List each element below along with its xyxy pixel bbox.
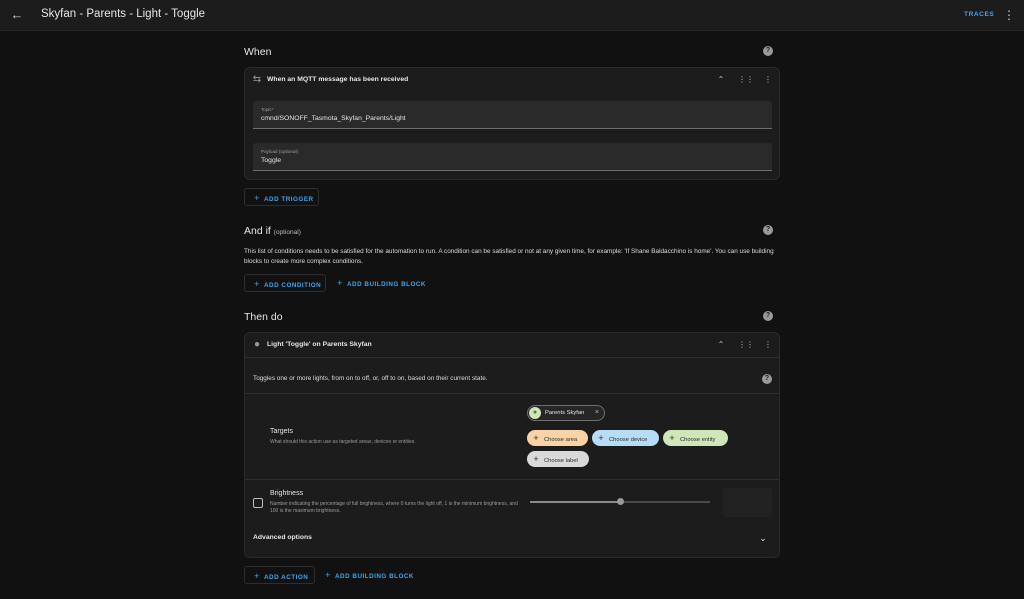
more-vertical-icon[interactable]: ⋮ <box>762 74 774 86</box>
brightness-number-input[interactable] <box>723 488 772 517</box>
chevron-up-icon[interactable]: ⌃ <box>715 339 727 351</box>
slider-thumb[interactable] <box>616 498 624 505</box>
action-card-header[interactable]: ● Light 'Toggle' on Parents Skyfan ⌃ ⋮⋮ … <box>245 333 779 357</box>
more-vertical-icon[interactable]: ⋮ <box>762 339 774 351</box>
plus-icon: + <box>533 433 539 443</box>
add-building-block-button[interactable]: + ADD BUILDING BLOCK <box>322 566 414 584</box>
choose-entity-label: Choose entity <box>680 437 716 443</box>
brightness-checkbox[interactable] <box>253 498 263 508</box>
swap-arrows-icon: ⇆ <box>252 74 262 85</box>
chevron-up-icon[interactable]: ⌃ <box>715 74 727 86</box>
topic-field[interactable]: Topic* cmnd/SONOFF_Tasmota_Skyfan_Parent… <box>253 101 772 129</box>
choose-device-chip[interactable]: + Choose device <box>592 430 659 446</box>
help-icon[interactable]: ? <box>763 225 773 235</box>
add-building-block-button[interactable]: + ADD BUILDING BLOCK <box>334 274 426 292</box>
choose-label-chip[interactable]: + Choose label <box>527 451 589 467</box>
topic-value: cmnd/SONOFF_Tasmota_Skyfan_Parents/Light <box>261 115 406 122</box>
choose-entity-chip[interactable]: + Choose entity <box>663 430 728 446</box>
when-section-title: When <box>244 46 272 58</box>
plus-icon: + <box>598 433 604 443</box>
top-app-bar: ← Skyfan - Parents - Light - Toggle TRAC… <box>0 0 1024 31</box>
action-card: ● Light 'Toggle' on Parents Skyfan ⌃ ⋮⋮ … <box>244 332 780 558</box>
trigger-title: When an MQTT message has been received <box>267 76 409 83</box>
selected-entity-label: Parents Skyfan <box>545 410 585 416</box>
add-trigger-button[interactable]: + ADD TRIGGER <box>244 188 319 206</box>
and-if-title: And if <box>244 225 271 237</box>
plus-icon: + <box>325 570 331 580</box>
more-vertical-icon[interactable]: ⋮ <box>1003 9 1015 23</box>
divider <box>245 357 779 358</box>
and-if-section-title: And if (optional) <box>244 225 301 237</box>
help-icon[interactable]: ? <box>763 311 773 321</box>
chevron-down-icon[interactable]: ⌄ <box>757 532 769 544</box>
plus-icon: + <box>254 571 260 581</box>
add-building-block-label: ADD BUILDING BLOCK <box>347 281 426 288</box>
choose-label-label: Choose label <box>544 458 578 464</box>
action-title: Light 'Toggle' on Parents Skyfan <box>267 341 372 348</box>
trigger-card: ⇆ When an MQTT message has been received… <box>244 67 780 180</box>
add-action-label: ADD ACTION <box>264 574 309 581</box>
targets-description: What should this action use as targeted … <box>270 439 416 445</box>
choose-device-label: Choose device <box>609 437 648 443</box>
arrow-left-icon[interactable]: ← <box>10 7 24 23</box>
lightbulb-icon: ● <box>253 339 261 350</box>
add-trigger-label: ADD TRIGGER <box>264 196 314 203</box>
help-icon[interactable]: ? <box>763 46 773 56</box>
plus-icon: + <box>254 279 260 289</box>
plus-icon: + <box>669 433 675 443</box>
selected-entity-chip[interactable]: ● Parents Skyfan × <box>527 405 605 421</box>
close-icon[interactable]: × <box>595 406 599 420</box>
lightbulb-icon: ● <box>529 407 541 419</box>
page-title: Skyfan - Parents - Light - Toggle <box>41 8 206 20</box>
then-do-section-title: Then do <box>244 311 283 323</box>
topic-label: Topic* <box>261 107 274 112</box>
payload-label: Payload (optional) <box>261 149 299 154</box>
add-action-button[interactable]: + ADD ACTION <box>244 566 315 584</box>
slider-fill <box>530 501 620 503</box>
divider <box>245 393 779 394</box>
brightness-label: Brightness <box>270 490 304 497</box>
action-description: Toggles one or more lights, from on to o… <box>253 375 488 382</box>
advanced-options-label[interactable]: Advanced options <box>253 534 312 541</box>
trigger-card-header[interactable]: ⇆ When an MQTT message has been received… <box>245 68 779 92</box>
targets-label: Targets <box>270 428 293 435</box>
drag-handle-icon[interactable]: ⋮⋮ <box>738 339 754 351</box>
choose-area-label: Choose area <box>544 437 578 443</box>
drag-handle-icon[interactable]: ⋮⋮ <box>738 74 754 86</box>
traces-button[interactable]: TRACES <box>964 11 994 18</box>
add-condition-label: ADD CONDITION <box>264 282 322 289</box>
payload-field[interactable]: Payload (optional) Toggle <box>253 143 772 171</box>
brightness-description: Number indicating the percentage of full… <box>270 501 518 514</box>
conditions-description: This list of conditions needs to be sati… <box>244 248 774 265</box>
help-icon[interactable]: ? <box>762 374 772 384</box>
plus-icon: + <box>533 454 539 464</box>
divider <box>245 479 779 480</box>
add-condition-button[interactable]: + ADD CONDITION <box>244 274 326 292</box>
payload-value: Toggle <box>261 157 282 164</box>
add-building-block-label: ADD BUILDING BLOCK <box>335 573 414 580</box>
choose-area-chip[interactable]: + Choose area <box>527 430 588 446</box>
plus-icon: + <box>337 278 343 288</box>
plus-icon: + <box>254 193 260 203</box>
optional-label: (optional) <box>273 229 301 236</box>
